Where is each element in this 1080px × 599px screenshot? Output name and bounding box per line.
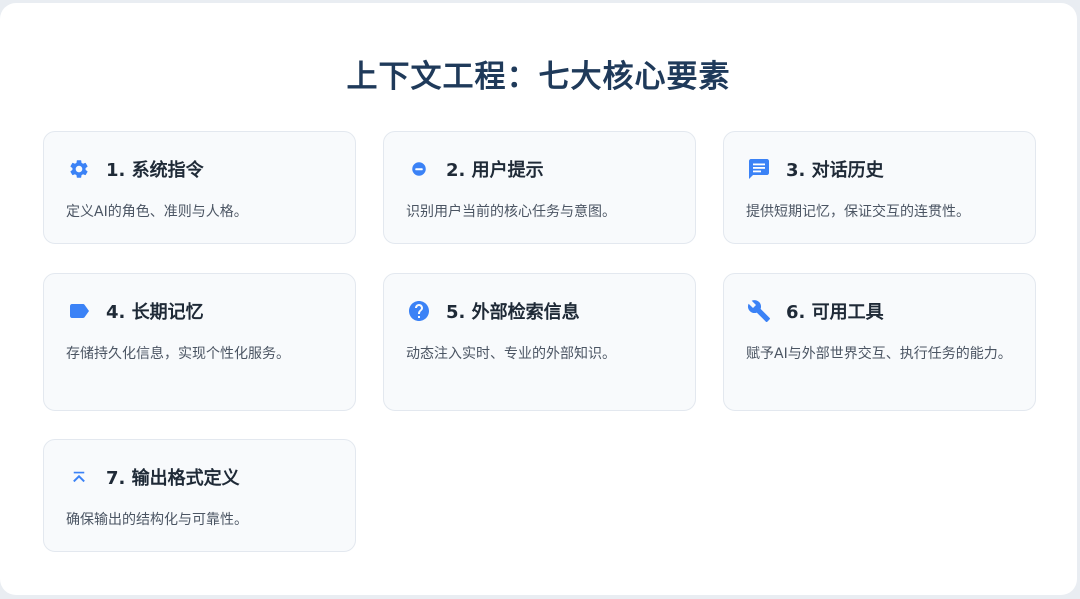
card-title: 3. 对话历史: [786, 160, 884, 181]
main-panel: 上下文工程：七大核心要素 1. 系统指令 定义AI的角色、准则与人格。 2. 用…: [0, 3, 1077, 595]
card-system-instructions: 1. 系统指令 定义AI的角色、准则与人格。: [43, 131, 356, 244]
card-description: 动态注入实时、专业的外部知识。: [406, 346, 616, 362]
card-title: 7. 输出格式定义: [106, 468, 240, 489]
gear-icon: [66, 156, 92, 182]
card-description: 提供短期记忆，保证交互的连贯性。: [746, 204, 970, 220]
card-title: 2. 用户提示: [446, 160, 544, 181]
chat-bubble-icon: [746, 156, 772, 182]
card-external-retrieval: 5. 外部检索信息 动态注入实时、专业的外部知识。: [383, 273, 696, 411]
question-circle-icon: [406, 298, 432, 324]
card-dialogue-history: 3. 对话历史 提供短期记忆，保证交互的连贯性。: [723, 131, 1036, 244]
card-user-prompt: 2. 用户提示 识别用户当前的核心任务与意图。: [383, 131, 696, 244]
tag-icon: [66, 298, 92, 324]
card-title: 5. 外部检索信息: [446, 302, 580, 323]
card-description: 存储持久化信息，实现个性化服务。: [66, 346, 290, 362]
card-description: 定义AI的角色、准则与人格。: [66, 204, 248, 220]
card-description: 识别用户当前的核心任务与意图。: [406, 204, 616, 220]
card-available-tools: 6. 可用工具 赋予AI与外部世界交互、执行任务的能力。: [723, 273, 1036, 411]
card-title: 6. 可用工具: [786, 302, 884, 323]
card-title: 1. 系统指令: [106, 160, 204, 181]
card-description: 赋予AI与外部世界交互、执行任务的能力。: [746, 346, 1012, 362]
card-description: 确保输出的结构化与可靠性。: [66, 512, 248, 528]
card-title: 4. 长期记忆: [106, 302, 204, 323]
chevron-up-bar-icon: [66, 464, 92, 490]
wrench-icon: [746, 298, 772, 324]
card-long-term-memory: 4. 长期记忆 存储持久化信息，实现个性化服务。: [43, 273, 356, 411]
card-output-format: 7. 输出格式定义 确保输出的结构化与可靠性。: [43, 439, 356, 552]
user-circle-icon: [406, 156, 432, 182]
page-title: 上下文工程：七大核心要素: [346, 59, 731, 95]
